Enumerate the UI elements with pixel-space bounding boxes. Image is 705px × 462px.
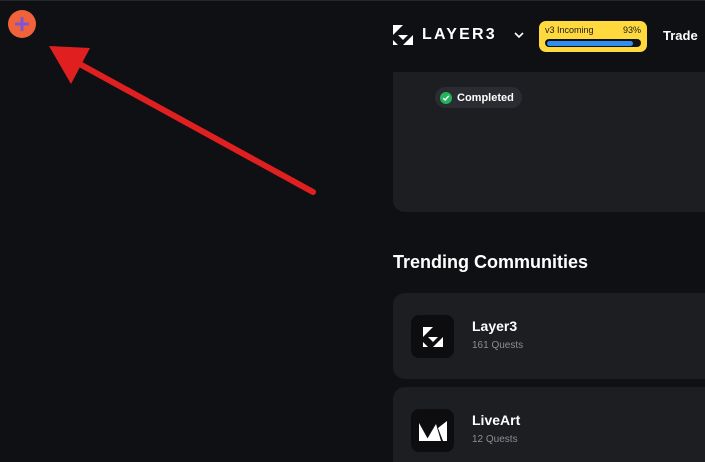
status-badge: Completed (435, 87, 522, 108)
check-circle-icon (440, 91, 452, 104)
brand-logo[interactable]: LAYER3 (392, 24, 525, 46)
badge-percent: 93% (622, 25, 641, 35)
section-title: Trending Communities (393, 252, 589, 272)
plus-icon (15, 17, 29, 31)
quest-card[interactable]: Completed (393, 72, 705, 212)
brand-name: LAYER3 (422, 26, 497, 43)
layer3-logo-icon (411, 315, 454, 358)
nav-trade-link[interactable]: Trade (663, 28, 698, 43)
badge-label: v3 Incoming (545, 25, 594, 35)
liveart-logo-icon (411, 409, 454, 452)
progress-fill (546, 40, 633, 46)
layer3-logo-icon (393, 25, 413, 45)
top-divider (0, 0, 705, 1)
status-text: Completed (457, 91, 514, 104)
community-name: LiveArt (472, 412, 521, 428)
v3-incoming-badge[interactable]: v3 Incoming 93% (539, 21, 647, 52)
chevron-down-icon[interactable] (513, 29, 525, 41)
community-item-liveart[interactable]: LiveArt 12 Quests (393, 387, 705, 462)
community-quest-count: 161 Quests (472, 340, 524, 351)
community-name: Layer3 (472, 318, 518, 334)
progress-track (545, 39, 641, 47)
community-item-layer3[interactable]: Layer3 161 Quests (393, 293, 705, 379)
community-quest-count: 12 Quests (472, 434, 518, 445)
extension-plus-button[interactable] (8, 10, 36, 38)
